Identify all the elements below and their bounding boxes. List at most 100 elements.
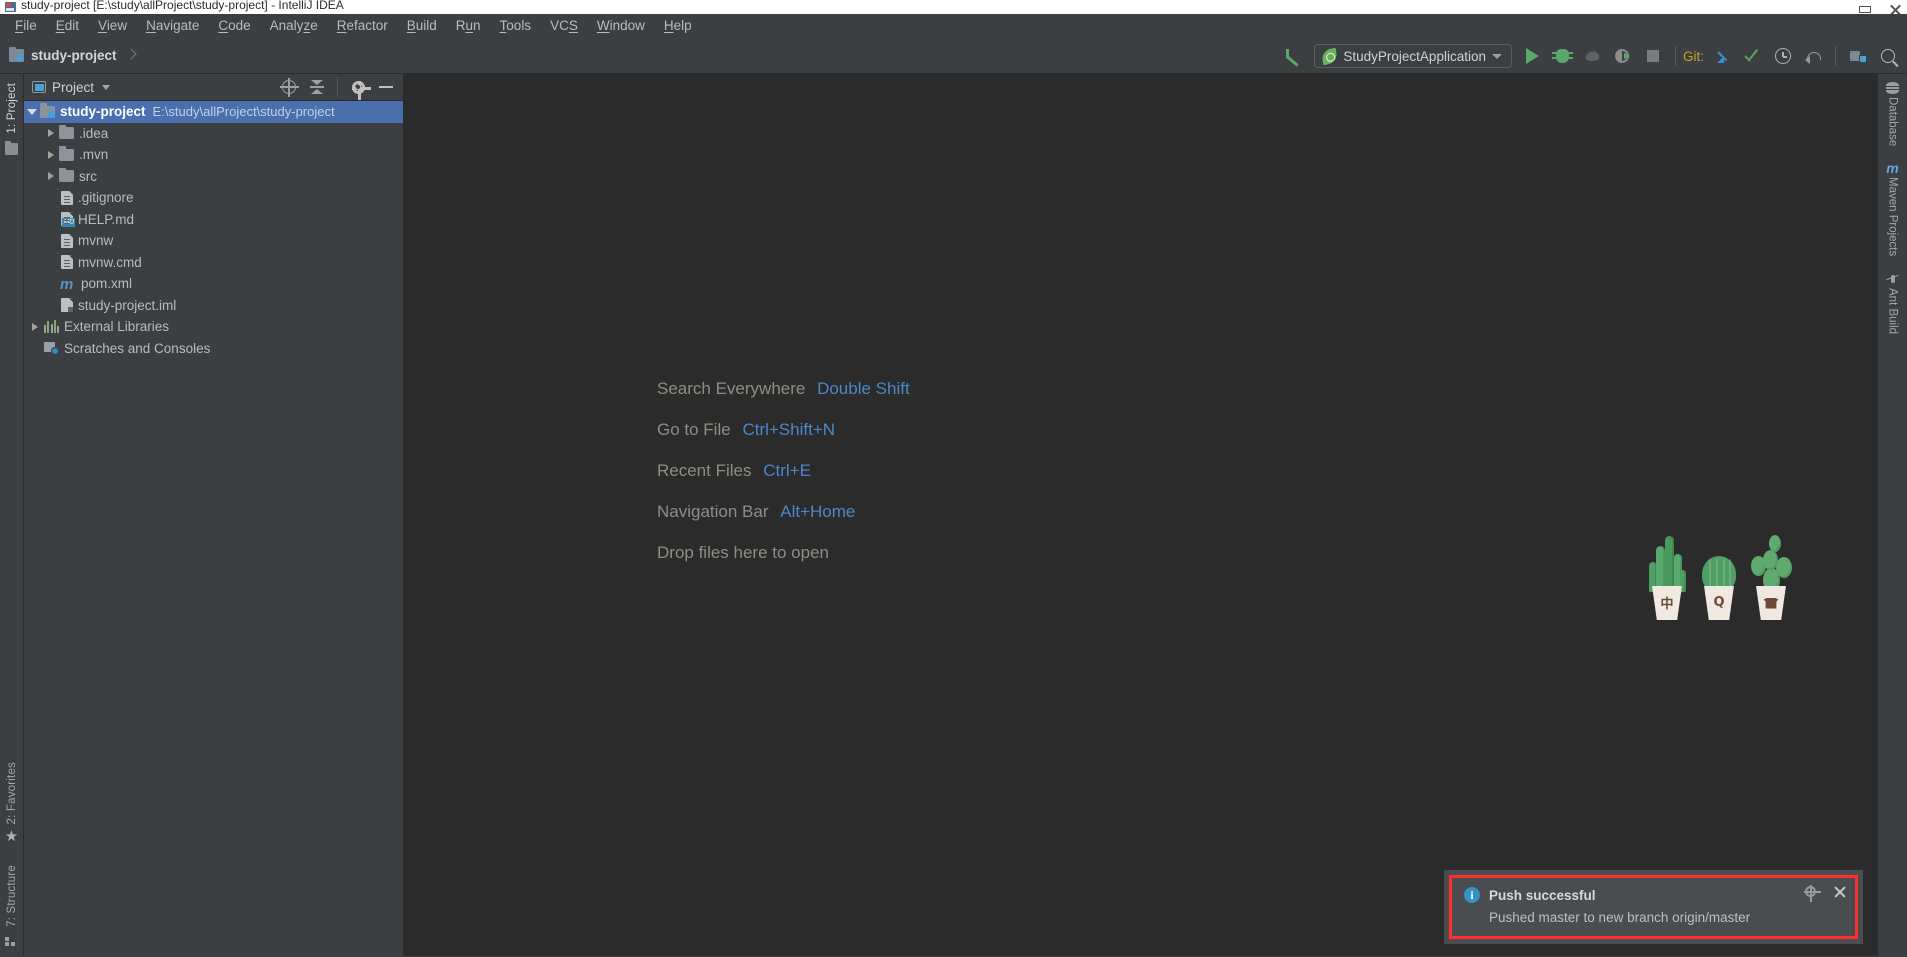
project-window-icon <box>32 81 46 93</box>
shortcut-label: Search Everywhere <box>657 379 806 398</box>
collapse-all-icon[interactable] <box>306 76 328 98</box>
git-history-icon[interactable] <box>1768 41 1798 71</box>
tree-row-mvnw-cmd[interactable]: mvnw.cmd <box>24 252 403 274</box>
gear-icon[interactable] <box>347 76 371 100</box>
menu-item-code[interactable]: Code <box>209 16 259 36</box>
shortcut-search-everywhere: Search Everywhere Double Shift <box>657 380 910 397</box>
ant-icon <box>1886 273 1899 285</box>
select-opened-file-icon[interactable] <box>278 76 300 98</box>
tree-label: mvnw.cmd <box>78 254 142 270</box>
toolbar-divider <box>1674 46 1676 66</box>
sidebar-item-structure[interactable]: 7: Structure <box>6 862 18 930</box>
project-structure-icon[interactable] <box>1843 41 1873 71</box>
menu-item-build[interactable]: Build <box>398 16 446 36</box>
notification-title: Push successful <box>1489 887 1596 903</box>
menu-bar[interactable]: File Edit View Navigate Code Analyze Ref… <box>0 14 1907 38</box>
git-commit-icon[interactable] <box>1738 41 1768 71</box>
back-arrow-icon[interactable] <box>1278 41 1308 71</box>
sidebar-item-favorites[interactable]: 2: Favorites <box>6 759 18 827</box>
chevron-down-icon[interactable] <box>1491 53 1502 59</box>
shortcut-label: Recent Files <box>657 461 752 480</box>
tree-row-idea[interactable]: .idea <box>24 123 403 145</box>
close-icon[interactable] <box>1833 885 1846 898</box>
cactus-round: Q <box>1696 534 1742 620</box>
tree-row-mvn[interactable]: .mvn <box>24 144 403 166</box>
tree-row-iml[interactable]: study-project.iml <box>24 295 403 317</box>
window-controls[interactable] <box>1859 0 1901 14</box>
chevron-right-icon[interactable] <box>43 144 59 165</box>
intellij-idea-icon <box>5 2 16 12</box>
shortcut-label: Go to File <box>657 420 731 439</box>
menu-item-view[interactable]: View <box>89 16 136 36</box>
git-label: Git: <box>1682 48 1704 64</box>
menu-item-run[interactable]: Run <box>447 16 490 36</box>
tree-row-src[interactable]: src <box>24 166 403 188</box>
push-successful-notification: i Push successful Pushed master to new b… <box>1449 875 1858 939</box>
title-bar: study-project [E:\study\allProject\study… <box>0 0 1907 14</box>
breadcrumb-label: study-project <box>31 48 117 63</box>
pot-one: 中 <box>1652 586 1682 620</box>
tree-row-mvnw[interactable]: mvnw <box>24 230 403 252</box>
notification-balloon: i Push successful Pushed master to new b… <box>1444 870 1863 944</box>
shortcut-key: Ctrl+Shift+N <box>742 420 836 439</box>
left-tool-strip: 1: Project 2: Favorites ★ 7: Structure <box>0 74 24 956</box>
tree-label: HELP.md <box>78 211 135 227</box>
menu-item-refactor[interactable]: Refactor <box>328 16 397 36</box>
sidebar-item-database[interactable]: Database <box>1886 82 1899 146</box>
sidebar-item-project[interactable]: 1: Project <box>6 80 18 137</box>
minimize-icon[interactable] <box>375 76 397 98</box>
tree-label: study-project.iml <box>78 297 177 313</box>
tree-row-scratches[interactable]: Scratches and Consoles <box>24 338 403 360</box>
menu-item-tools[interactable]: Tools <box>491 16 541 36</box>
libraries-icon <box>44 320 60 334</box>
run-button[interactable] <box>1518 41 1548 71</box>
toolbar-divider-2 <box>1835 46 1836 66</box>
chevron-right-icon[interactable] <box>43 123 59 144</box>
sidebar-item-ant-build[interactable]: Ant Build <box>1886 273 1899 334</box>
breadcrumb[interactable]: study-project <box>0 47 135 63</box>
menu-item-edit[interactable]: Edit <box>47 16 88 36</box>
menu-item-navigate[interactable]: Navigate <box>137 16 208 36</box>
menu-item-vcs[interactable]: VCS <box>541 16 587 36</box>
stop-button[interactable] <box>1638 41 1668 71</box>
tree-row-gitignore[interactable]: .gitignore <box>24 187 403 209</box>
menu-item-window[interactable]: Window <box>588 16 654 36</box>
tree-row-external-libraries[interactable]: External Libraries <box>24 316 403 338</box>
run-with-coverage-button[interactable] <box>1578 41 1608 71</box>
close-icon[interactable] <box>1889 6 1901 14</box>
iml-icon <box>61 298 73 313</box>
profile-button[interactable] <box>1608 41 1638 71</box>
folder-icon <box>59 146 74 161</box>
tree-label: Scratches and Consoles <box>64 340 211 356</box>
search-icon[interactable] <box>1873 41 1903 71</box>
folder-icon <box>5 140 18 155</box>
debug-button[interactable] <box>1548 41 1578 71</box>
menu-item-analyze[interactable]: Analyze <box>261 16 327 36</box>
tree-row-study-project[interactable]: study-project E:\study\allProject\study-… <box>24 101 403 123</box>
chevron-down-icon[interactable] <box>102 84 111 90</box>
git-update-project-icon[interactable] <box>1708 41 1738 71</box>
structure-icon <box>5 936 18 948</box>
git-rollback-icon[interactable] <box>1798 41 1828 71</box>
shortcut-key: Ctrl+E <box>763 461 811 480</box>
sidebar-item-maven-projects[interactable]: m Maven Projects <box>1886 161 1898 256</box>
run-configuration-selector[interactable]: StudyProjectApplication <box>1314 44 1512 68</box>
star-icon: ★ <box>4 828 19 846</box>
chevron-down-icon[interactable] <box>24 101 40 122</box>
gear-icon[interactable] <box>1804 885 1821 902</box>
tree-row-pom-xml[interactable]: m pom.xml <box>24 273 403 295</box>
folder-icon <box>59 124 74 140</box>
menu-item-help[interactable]: Help <box>655 16 701 36</box>
chevron-right-icon[interactable] <box>43 166 59 187</box>
tree-row-help-md[interactable]: MD HELP.md <box>24 209 403 231</box>
pot-three <box>1756 586 1786 620</box>
chevron-right-icon[interactable] <box>27 316 43 337</box>
shirt-icon <box>1763 597 1779 609</box>
tree-label: .mvn <box>79 147 109 163</box>
cactus-columnar: 中 <box>1644 534 1690 620</box>
menu-item-file[interactable]: File <box>6 16 46 36</box>
profile-icon <box>1615 49 1631 63</box>
breadcrumb-separator-icon <box>126 48 135 63</box>
project-tree[interactable]: study-project E:\study\allProject\study-… <box>24 101 403 956</box>
maximize-icon[interactable] <box>1859 6 1871 14</box>
